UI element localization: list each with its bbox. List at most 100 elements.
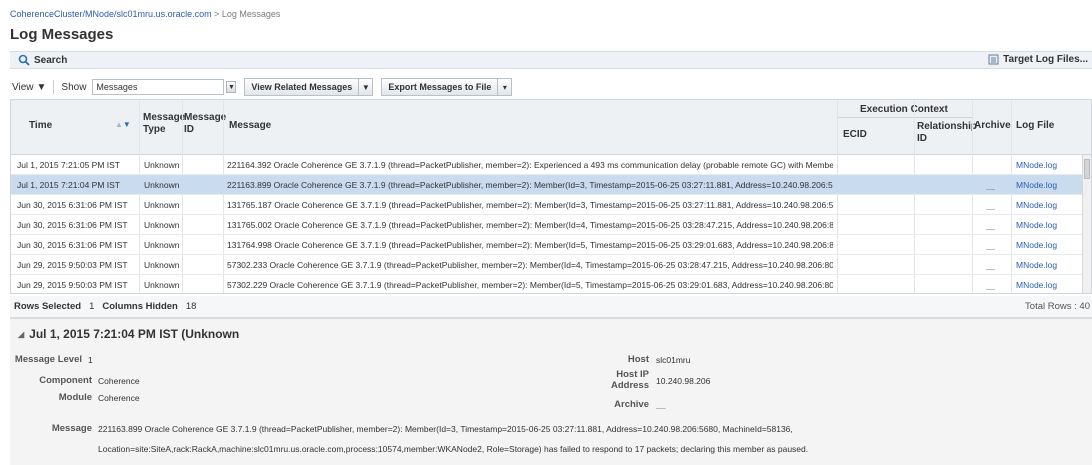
export-messages-button[interactable]: Export Messages to File	[381, 78, 499, 96]
breadcrumb-separator: >	[211, 9, 222, 19]
col-message-id[interactable]: Message ID	[184, 112, 226, 136]
target-log-files-button[interactable]: Target Log Files...	[988, 54, 1088, 65]
archive-value: __	[656, 399, 666, 409]
cell-message: 57302.233 Oracle Coherence GE 3.7.1.9 (t…	[227, 260, 833, 270]
message-level-label: Message Level	[14, 354, 82, 365]
target-log-files-label: Target Log Files...	[1003, 54, 1088, 65]
cell-log-file-link[interactable]: MNode.log	[1016, 220, 1057, 230]
scrollbar-thumb[interactable]	[1084, 159, 1090, 179]
col-group-execution-context: Execution Context	[860, 104, 948, 115]
caret-down-icon: ▾	[502, 82, 507, 92]
rows-selected-value: 1	[89, 301, 95, 312]
table-header: Time ▲▼ Message Type Message ID Message …	[11, 100, 1091, 155]
cell-type: Unknown	[144, 260, 180, 270]
log-messages-table: Time ▲▼ Message Type Message ID Message …	[10, 99, 1092, 294]
cell-message: 221163.899 Oracle Coherence GE 3.7.1.9 (…	[227, 180, 833, 190]
toolbar: View ▼ Show Messages ▼ View Related Mess…	[10, 77, 1092, 97]
table-scrollbar[interactable]	[1082, 155, 1091, 293]
table-row[interactable]: Jun 30, 2015 6:31:06 PM IST Unknown 1317…	[11, 215, 1083, 235]
breadcrumb-current: Log Messages	[221, 9, 281, 19]
cell-time: Jul 1, 2015 7:21:04 PM IST	[17, 180, 121, 190]
col-message[interactable]: Message	[229, 120, 271, 131]
message-text-line2: Location=site:SiteA,rack:RackA,machine:s…	[98, 444, 809, 454]
view-menu[interactable]: View ▼	[12, 82, 46, 93]
cell-archive: __	[986, 280, 996, 290]
message-label: Message	[51, 423, 92, 434]
cell-log-file-link[interactable]: MNode.log	[1016, 260, 1057, 270]
message-text-line1: 221163.899 Oracle Coherence GE 3.7.1.9 (…	[98, 424, 793, 434]
magnifier-icon	[18, 54, 30, 66]
module-value: Coherence	[98, 393, 140, 403]
cell-time: Jun 30, 2015 6:31:06 PM IST	[17, 200, 128, 210]
module-label: Module	[58, 392, 92, 403]
toolbar-divider	[53, 80, 55, 94]
component-value: Coherence	[98, 376, 140, 386]
col-ecid[interactable]: ECID	[843, 129, 867, 140]
search-toggle[interactable]: Search	[18, 54, 67, 66]
col-archive[interactable]: Archive	[974, 120, 1011, 131]
table-status-bar: Rows Selected 1 Columns Hidden 18 Total …	[10, 296, 1092, 318]
message-detail-panel: ◢ Jul 1, 2015 7:21:04 PM IST (Unknown Me…	[10, 318, 1092, 465]
breadcrumb: CoherenceCluster/MNode/slc01mru.us.oracl…	[10, 9, 280, 19]
table-row-selected[interactable]: Jul 1, 2015 7:21:04 PM IST Unknown 22116…	[11, 175, 1083, 195]
cell-archive: __	[986, 220, 996, 230]
cell-message: 131765.187 Oracle Coherence GE 3.7.1.9 (…	[227, 200, 833, 210]
message-level-value: 1	[88, 355, 93, 365]
table-row[interactable]: Jun 29, 2015 9:50:03 PM IST Unknown 5730…	[11, 255, 1083, 275]
table-row[interactable]: Jun 29, 2015 9:50:03 PM IST Unknown 5730…	[11, 275, 1083, 293]
cell-message: 131764.998 Oracle Coherence GE 3.7.1.9 (…	[227, 240, 833, 250]
component-label: Component	[39, 375, 92, 386]
table-row[interactable]: Jul 1, 2015 7:21:05 PM IST Unknown 22116…	[11, 155, 1083, 175]
show-select[interactable]: Messages	[92, 79, 225, 95]
export-dropdown[interactable]: ▾	[498, 78, 513, 96]
view-menu-label: View	[12, 81, 34, 93]
columns-hidden-value[interactable]: 18	[186, 301, 197, 312]
archive-label: Archive	[614, 399, 649, 410]
show-select-value: Messages	[96, 82, 138, 92]
cell-log-file-link[interactable]: MNode.log	[1016, 280, 1057, 290]
table-row[interactable]: Jun 30, 2015 6:31:06 PM IST Unknown 1317…	[11, 195, 1083, 215]
show-label: Show	[61, 81, 87, 93]
col-message-type[interactable]: Message Type	[143, 112, 185, 136]
col-log-file[interactable]: Log File	[1016, 120, 1054, 131]
sort-icon[interactable]: ▲▼	[115, 120, 131, 129]
chevron-down-icon: ▼	[227, 83, 235, 91]
cell-type: Unknown	[144, 160, 180, 170]
cell-log-file-link[interactable]: MNode.log	[1016, 160, 1057, 170]
cell-message: 57302.229 Oracle Coherence GE 3.7.1.9 (t…	[227, 280, 833, 290]
collapse-triangle-icon[interactable]: ◢	[18, 330, 24, 339]
cell-time: Jul 1, 2015 7:21:05 PM IST	[17, 160, 121, 170]
host-ip-label: Host IP Address	[610, 369, 649, 391]
cell-log-file-link[interactable]: MNode.log	[1016, 200, 1057, 210]
show-select-dropdown[interactable]: ▼	[226, 81, 237, 93]
view-related-messages-button[interactable]: View Related Messages	[244, 78, 360, 96]
host-ip-value: 10.240.98.206	[656, 376, 711, 386]
detail-header[interactable]: ◢ Jul 1, 2015 7:21:04 PM IST (Unknown	[18, 327, 239, 341]
caret-down-icon: ▼	[361, 82, 370, 92]
cell-log-file-link[interactable]: MNode.log	[1016, 240, 1057, 250]
columns-hidden-label: Columns Hidden	[102, 301, 178, 312]
total-rows: Total Rows : 40	[1025, 301, 1090, 312]
search-bar: Search Target Log Files...	[10, 51, 1092, 69]
cell-type: Unknown	[144, 200, 180, 210]
cell-type: Unknown	[144, 180, 180, 190]
table-row[interactable]: Jun 30, 2015 6:31:06 PM IST Unknown 1317…	[11, 235, 1083, 255]
cell-archive: __	[986, 240, 996, 250]
view-related-dropdown[interactable]: ▼	[359, 78, 374, 96]
col-relationship-id[interactable]: Relationship ID	[917, 121, 977, 145]
cell-message: 131765.002 Oracle Coherence GE 3.7.1.9 (…	[227, 220, 833, 230]
rows-selected-label: Rows Selected	[14, 301, 82, 312]
cell-time: Jun 30, 2015 6:31:06 PM IST	[17, 220, 128, 230]
cell-type: Unknown	[144, 220, 180, 230]
detail-title: Jul 1, 2015 7:21:04 PM IST (Unknown	[29, 327, 240, 341]
cell-archive: __	[986, 200, 996, 210]
cell-log-file-link[interactable]: MNode.log	[1016, 180, 1057, 190]
page-title: Log Messages	[10, 26, 114, 43]
cell-time: Jun 29, 2015 9:50:03 PM IST	[17, 260, 128, 270]
cell-time: Jun 30, 2015 6:31:06 PM IST	[17, 240, 128, 250]
col-time[interactable]: Time	[29, 120, 52, 131]
search-label: Search	[34, 54, 68, 66]
caret-down-icon: ▼	[36, 81, 47, 93]
cell-archive: __	[986, 180, 996, 190]
breadcrumb-link[interactable]: CoherenceCluster/MNode/slc01mru.us.oracl…	[10, 9, 212, 19]
